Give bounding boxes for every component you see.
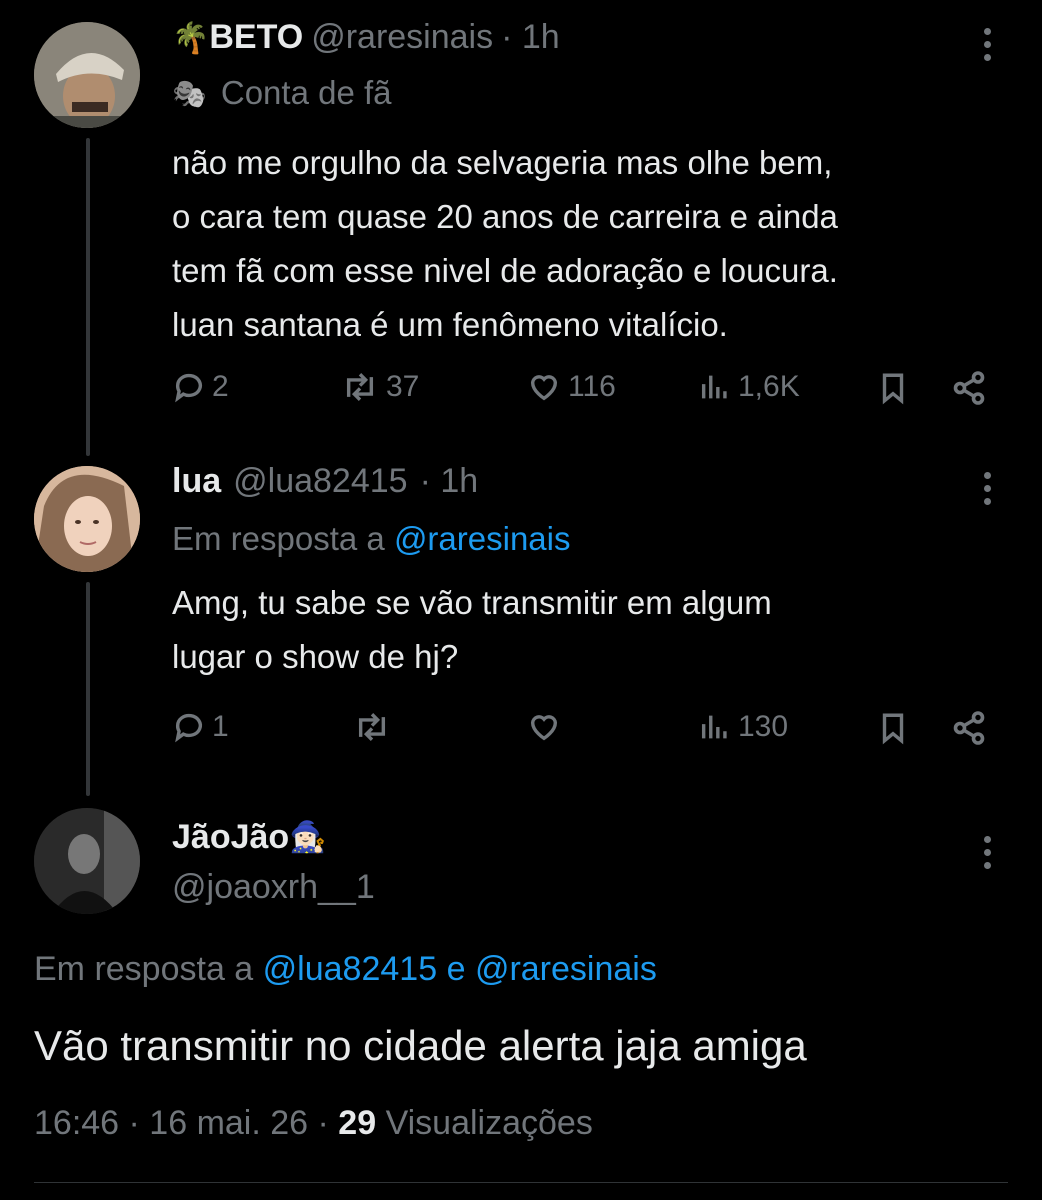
reply-icon bbox=[175, 713, 203, 743]
views-button[interactable]: 130 bbox=[698, 710, 788, 744]
reply-mention[interactable]: @raresinais bbox=[394, 520, 571, 557]
views-count: 130 bbox=[738, 710, 789, 743]
name-emoji: 🌴 bbox=[172, 22, 210, 55]
tweet-meta: 16:46 · 16 mai. 26 · 29 Visualizações bbox=[34, 1104, 593, 1143]
like-button[interactable]: 116 bbox=[526, 370, 616, 404]
name-emoji: 🧙🏻‍♀️ bbox=[289, 821, 327, 854]
retweet-button[interactable] bbox=[352, 710, 398, 744]
share-button[interactable] bbox=[950, 370, 988, 406]
share-icon bbox=[953, 371, 985, 405]
reply-button[interactable]: 2 bbox=[172, 370, 229, 404]
more-icon[interactable] bbox=[984, 28, 992, 67]
like-button[interactable] bbox=[526, 710, 568, 744]
bookmark-button[interactable] bbox=[876, 370, 910, 406]
views-count[interactable]: 29 bbox=[338, 1104, 376, 1142]
bookmark-icon bbox=[882, 373, 904, 405]
tweet-body: não me orgulho da selvageria mas olhe be… bbox=[172, 144, 838, 343]
bookmark-icon bbox=[882, 713, 904, 745]
reply-count: 1 bbox=[212, 710, 229, 743]
reply-context: Em resposta a @lua82415 e @raresinais bbox=[34, 950, 657, 988]
retweet-count: 37 bbox=[386, 370, 420, 403]
retweet-icon bbox=[346, 373, 374, 401]
timestamp[interactable]: · 1h bbox=[420, 462, 479, 501]
divider bbox=[34, 1182, 1008, 1183]
like-icon bbox=[530, 375, 558, 401]
handle[interactable]: @joaoxrh__1 bbox=[172, 868, 375, 907]
reply-button[interactable]: 1 bbox=[172, 710, 229, 744]
display-name[interactable]: lua bbox=[172, 462, 221, 501]
reply-mention-raresinais[interactable]: @raresinais bbox=[475, 950, 657, 988]
like-count: 116 bbox=[568, 370, 616, 403]
tweet-body: Amg, tu sabe se vão transmitir em algum … bbox=[172, 584, 772, 675]
reply-icon bbox=[175, 373, 203, 403]
display-name[interactable]: BETO bbox=[209, 18, 303, 57]
views-button[interactable]: 1,6K bbox=[698, 370, 800, 404]
like-icon bbox=[530, 715, 558, 741]
retweet-button[interactable]: 37 bbox=[340, 370, 419, 404]
timestamp[interactable]: 16:46 · 16 mai. 26 · bbox=[34, 1104, 329, 1142]
display-name[interactable]: JãoJão bbox=[172, 818, 289, 857]
views-icon bbox=[701, 715, 727, 739]
handle[interactable]: @lua82415 bbox=[233, 462, 407, 501]
reply-context: Em resposta a @raresinais bbox=[172, 520, 571, 557]
avatar-lua[interactable] bbox=[34, 466, 140, 572]
views-count: 1,6K bbox=[738, 370, 800, 403]
share-icon bbox=[953, 711, 985, 745]
thread-line bbox=[86, 138, 90, 456]
views-label: Visualizações bbox=[385, 1104, 593, 1142]
reply-mention-lua[interactable]: @lua82415 bbox=[263, 950, 437, 988]
share-button[interactable] bbox=[950, 710, 988, 746]
account-label: Conta de fã bbox=[220, 74, 392, 111]
avatar-beto[interactable] bbox=[34, 22, 140, 128]
retweet-icon bbox=[358, 713, 386, 741]
handle[interactable]: @raresinais bbox=[311, 18, 493, 57]
reply-count: 2 bbox=[212, 370, 229, 403]
bookmark-button[interactable] bbox=[876, 710, 910, 746]
more-icon[interactable] bbox=[984, 472, 992, 511]
views-icon bbox=[701, 375, 727, 399]
label-icon: 🎭 bbox=[172, 77, 207, 109]
main-tweet-body: Vão transmitir no cidade alerta jaja ami… bbox=[34, 1022, 807, 1069]
thread-line bbox=[86, 582, 90, 796]
avatar-joaojao[interactable] bbox=[34, 808, 140, 914]
more-icon[interactable] bbox=[984, 836, 992, 875]
timestamp[interactable]: · 1h bbox=[501, 18, 560, 57]
